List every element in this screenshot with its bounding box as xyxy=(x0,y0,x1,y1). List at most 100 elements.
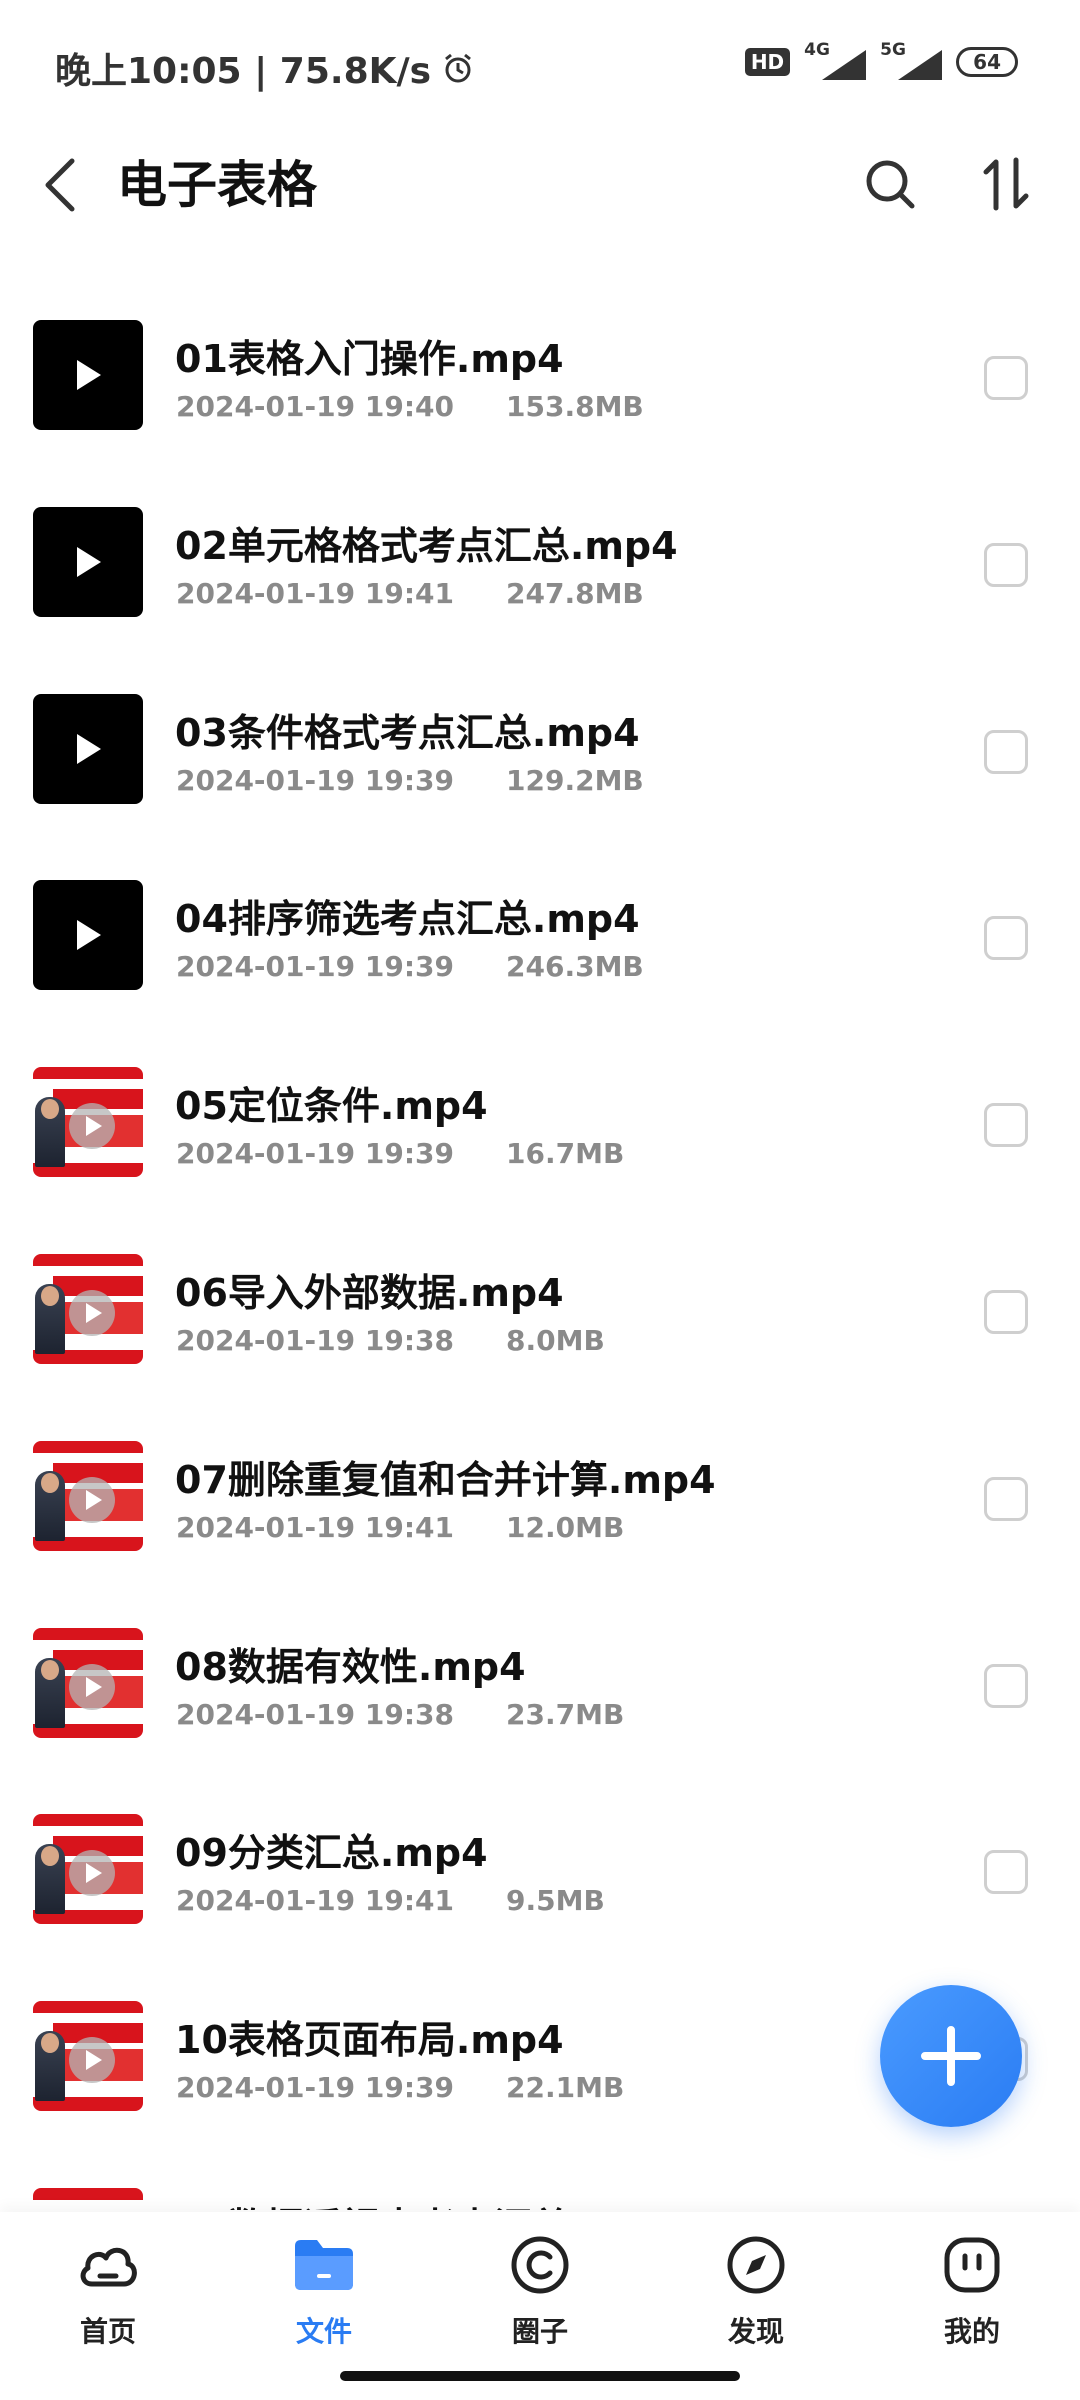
video-thumbnail xyxy=(33,2001,143,2112)
nav-label: 首页 xyxy=(79,2315,136,2348)
video-thumbnail xyxy=(33,2188,143,2210)
file-meta: 2024-01-19 19:39 16.7MB xyxy=(176,1137,624,1170)
file-row[interactable]: 02单元格格式考点汇总.mp4 2024-01-19 19:41 247.8MB xyxy=(0,467,1080,653)
status-right: HD 4G 5G 64 xyxy=(744,40,1018,80)
select-checkbox[interactable] xyxy=(984,1476,1028,1521)
signal-5g: 5G xyxy=(880,40,943,80)
video-thumbnail xyxy=(33,320,143,430)
video-thumbnail xyxy=(33,693,143,804)
play-icon xyxy=(77,920,101,951)
sort-button[interactable] xyxy=(975,152,1039,216)
play-icon xyxy=(86,1303,102,1323)
file-row[interactable]: 03条件格式考点汇总.mp4 2024-01-19 19:39 129.2MB xyxy=(0,654,1080,840)
file-size: 23.7MB xyxy=(506,1697,625,1731)
file-meta: 2024-01-19 19:39 129.2MB xyxy=(176,764,644,797)
status-left: 晚上10:05 | 75.8K/s xyxy=(55,42,475,94)
file-name: 10表格页面布局.mp4 xyxy=(175,2018,564,2063)
select-checkbox[interactable] xyxy=(984,356,1028,400)
select-checkbox[interactable] xyxy=(984,1103,1028,1148)
presenter-face xyxy=(41,1286,59,1306)
chevron-left-icon xyxy=(45,158,75,212)
file-meta: 2024-01-19 19:39 246.3MB xyxy=(176,950,644,983)
play-icon xyxy=(86,1676,102,1697)
file-size: 8.0MB xyxy=(506,1324,605,1357)
file-name: 04排序筛选考点汇总.mp4 xyxy=(175,897,640,942)
select-checkbox[interactable] xyxy=(984,1850,1028,1895)
file-row[interactable]: 07删除重复值和合并计算.mp4 2024-01-19 19:41 12.0MB xyxy=(0,1401,1080,1587)
select-checkbox[interactable] xyxy=(984,542,1028,587)
select-checkbox[interactable] xyxy=(984,1663,1028,1708)
file-name: 11数据透视表考点汇总.mp4 xyxy=(175,2196,678,2210)
file-date: 2024-01-19 19:39 xyxy=(176,950,454,984)
file-date: 2024-01-19 19:41 xyxy=(176,1884,454,1918)
page-title: 电子表格 xyxy=(117,156,317,214)
nav-item-home[interactable]: 首页 xyxy=(28,2232,188,2362)
file-row[interactable]: 01表格入门操作.mp4 2024-01-19 19:40 153.8MB xyxy=(0,280,1080,466)
play-icon xyxy=(86,1863,102,1884)
select-checkbox[interactable] xyxy=(984,1290,1028,1334)
signal-4g: 4G xyxy=(804,40,867,80)
file-size: 22.1MB xyxy=(506,2071,625,2105)
sort-icon xyxy=(983,157,1029,211)
play-icon xyxy=(77,360,101,390)
file-size: 12.0MB xyxy=(506,1510,625,1544)
battery-indicator: 64 xyxy=(956,47,1018,77)
file-size: 246.3MB xyxy=(506,950,644,984)
video-thumbnail xyxy=(33,1067,143,1178)
signal-bars-icon xyxy=(898,50,943,80)
thumb-band xyxy=(33,2188,143,2200)
select-checkbox[interactable] xyxy=(984,729,1028,774)
file-size: 153.8MB xyxy=(506,390,644,423)
back-button[interactable] xyxy=(30,150,90,220)
play-icon xyxy=(86,1116,102,1137)
file-name: 08数据有效性.mp4 xyxy=(175,1644,526,1689)
file-meta: 2024-01-19 19:41 9.5MB xyxy=(176,1884,605,1917)
battery-level: 64 xyxy=(973,50,1001,74)
play-icon xyxy=(86,2050,102,2071)
cloud-icon xyxy=(75,2232,141,2298)
thumb-band xyxy=(33,1440,143,1453)
video-thumbnail xyxy=(33,1254,143,1364)
nav-item-me[interactable]: 我的 xyxy=(892,2232,1052,2362)
circle-c-icon xyxy=(507,2232,573,2298)
file-row[interactable]: 09分类汇总.mp4 2024-01-19 19:41 9.5MB xyxy=(0,1774,1080,1960)
thumb-band xyxy=(33,1067,143,1080)
home-indicator xyxy=(340,2371,740,2381)
file-size: 16.7MB xyxy=(506,1137,625,1171)
search-button[interactable] xyxy=(858,152,922,216)
nav-item-circle[interactable]: 圈子 xyxy=(460,2232,620,2362)
presenter-face xyxy=(41,1472,59,1493)
file-meta: 2024-01-19 19:40 153.8MB xyxy=(176,390,644,423)
folder-icon xyxy=(291,2232,357,2298)
video-thumbnail xyxy=(33,1440,143,1551)
file-meta: 2024-01-19 19:38 8.0MB xyxy=(176,1324,605,1357)
nav-item-discover[interactable]: 发现 xyxy=(676,2232,836,2362)
search-icon xyxy=(866,160,915,209)
file-size: 9.5MB xyxy=(506,1884,605,1918)
presenter-face xyxy=(41,1659,59,1680)
hd-badge: HD xyxy=(744,48,791,76)
play-icon xyxy=(77,733,101,764)
file-name: 01表格入门操作.mp4 xyxy=(175,337,564,381)
video-thumbnail xyxy=(33,506,143,617)
play-icon xyxy=(77,546,101,577)
file-row[interactable]: 11数据透视表考点汇总.mp4 xyxy=(0,2148,1080,2210)
add-button[interactable] xyxy=(880,1985,1022,2127)
file-list[interactable]: 01表格入门操作.mp4 2024-01-19 19:40 153.8MB 02单元格… xyxy=(0,280,1080,2210)
nav-label: 文件 xyxy=(295,2315,352,2348)
file-row[interactable]: 08数据有效性.mp4 2024-01-19 19:38 23.7MB xyxy=(0,1588,1080,1774)
nav-label: 发现 xyxy=(727,2315,784,2348)
file-row[interactable]: 05定位条件.mp4 2024-01-19 19:39 16.7MB xyxy=(0,1027,1080,1213)
file-size: 247.8MB xyxy=(506,576,644,610)
select-checkbox[interactable] xyxy=(984,916,1028,961)
file-date: 2024-01-19 19:38 xyxy=(176,1697,454,1731)
signal-bars-icon xyxy=(822,50,867,80)
file-date: 2024-01-19 19:41 xyxy=(176,1510,454,1544)
status-time: 晚上10:05 | 75.8K/s xyxy=(55,51,432,92)
face-icon xyxy=(939,2232,1005,2298)
file-row[interactable]: 04排序筛选考点汇总.mp4 2024-01-19 19:39 246.3MB xyxy=(0,840,1080,1026)
file-name: 07删除重复值和合并计算.mp4 xyxy=(175,1457,716,1502)
nav-item-files[interactable]: 文件 xyxy=(244,2232,404,2362)
file-row[interactable]: 06导入外部数据.mp4 2024-01-19 19:38 8.0MB xyxy=(0,1214,1080,1400)
app-header: 电子表格 xyxy=(0,130,1080,240)
